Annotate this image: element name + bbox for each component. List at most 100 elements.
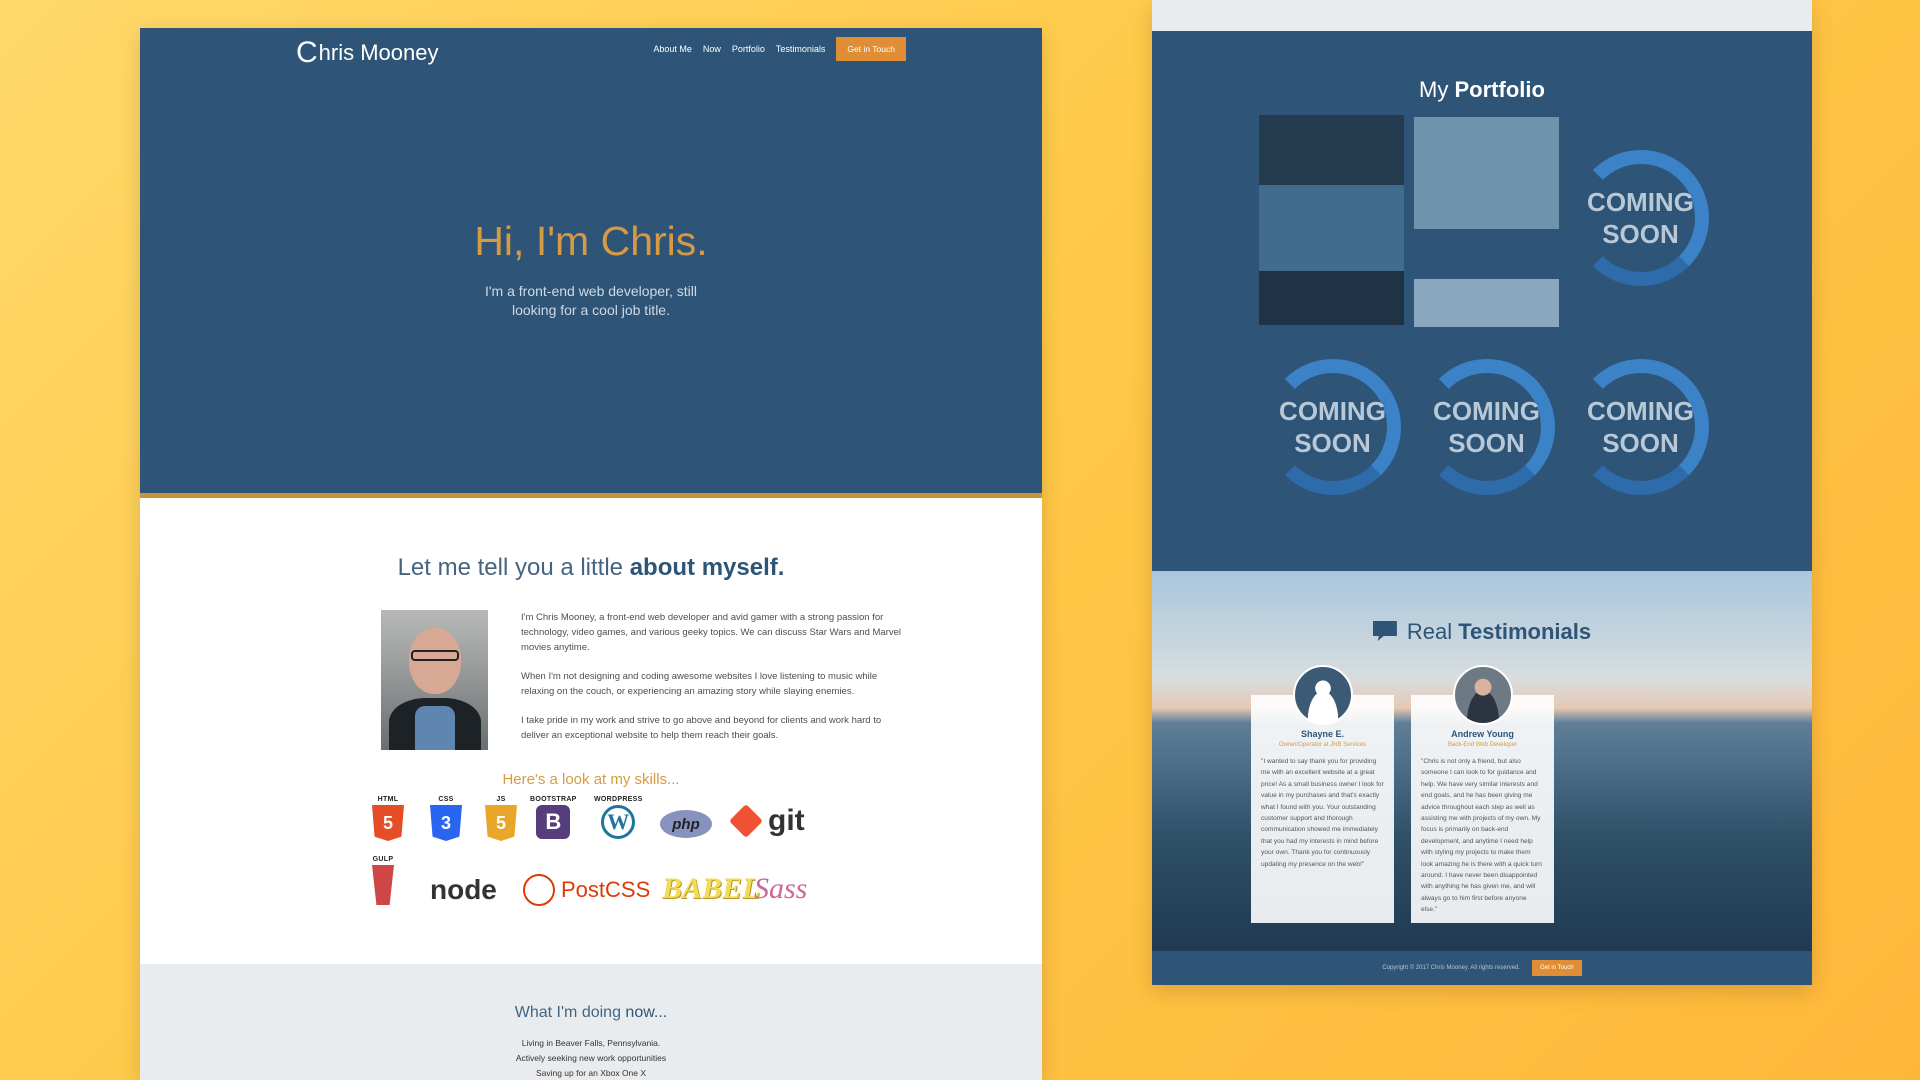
testimonial-role: Owner/Operator at JNB Services bbox=[1278, 742, 1367, 748]
skills-grid: HTML 5 CSS 3 JS 5 BOOTSTRAP B WORDPRESS … bbox=[140, 796, 1042, 966]
nav-portfolio[interactable]: Portfolio bbox=[732, 44, 765, 54]
sass-text: Sass bbox=[754, 872, 808, 905]
testimonials-section: Real Testimonials Shayne E. Owner/Operat… bbox=[1152, 571, 1812, 951]
get-in-touch-button[interactable]: Get in Touch bbox=[836, 37, 906, 61]
git-logo: git bbox=[729, 804, 805, 838]
now-section: What I'm doing now... Living in Beaver F… bbox=[140, 964, 1042, 1080]
testimonial-name: Andrew Young bbox=[1451, 729, 1514, 739]
portfolio-heading-bold: Portfolio bbox=[1454, 77, 1545, 102]
coming-soon-tile: COMING SOON bbox=[1568, 354, 1713, 499]
logo[interactable]: Chris Mooney bbox=[296, 36, 439, 70]
coming-soon-tile: COMING SOON bbox=[1260, 354, 1405, 499]
speech-bubble-icon bbox=[1372, 621, 1397, 641]
gulp-cup-icon bbox=[372, 865, 394, 905]
javascript-glyph: 5 bbox=[485, 805, 517, 841]
html5-glyph: 5 bbox=[372, 805, 404, 841]
now-heading-bold: now... bbox=[625, 1004, 668, 1021]
wordpress-label: WORDPRESS bbox=[594, 796, 643, 803]
right-page-screenshot: My Portfolio COMING SOON COMING SOON COM… bbox=[1152, 0, 1812, 985]
about-section: Let me tell you a little about myself. I… bbox=[140, 498, 1042, 966]
php-glyph: php bbox=[660, 810, 712, 838]
list-item: Saving up for an Xbox One X bbox=[535, 1068, 647, 1078]
list-item: Actively seeking new work opportunities bbox=[515, 1053, 667, 1063]
html5-label: HTML bbox=[377, 796, 399, 803]
nodejs-icon: node bbox=[430, 874, 497, 906]
nav-about-me[interactable]: About Me bbox=[653, 44, 692, 54]
testimonial-quote: "Chris is not only a friend, but also so… bbox=[1421, 758, 1542, 914]
about-row: I'm Chris Mooney, a front-end web develo… bbox=[140, 610, 1042, 757]
now-heading: What I'm doing now... bbox=[140, 1004, 1042, 1022]
git-diamond-icon bbox=[729, 804, 763, 838]
coming-soon-text: COMING SOON bbox=[1279, 395, 1386, 458]
hero-subtitle: I'm a front-end web developer, still loo… bbox=[484, 283, 697, 318]
testimonials-heading-bold: Testimonials bbox=[1458, 619, 1592, 644]
postcss-text: PostCSS bbox=[561, 877, 651, 902]
portfolio-section: My Portfolio COMING SOON COMING SOON COM… bbox=[1152, 31, 1812, 571]
about-heading-light: Let me tell you a little bbox=[397, 554, 630, 581]
coming-soon-text: COMING SOON bbox=[1587, 186, 1694, 249]
gulp-label: GULP bbox=[372, 856, 394, 863]
now-heading-light: What I'm doing bbox=[514, 1004, 626, 1021]
avatar-placeholder-icon bbox=[1293, 665, 1353, 725]
coming-soon-tile: COMING SOON bbox=[1568, 145, 1713, 290]
coming-soon-tile: COMING SOON bbox=[1414, 354, 1559, 499]
hero-section: Chris Mooney About Me Now Portfolio Test… bbox=[140, 28, 1042, 498]
about-heading: Let me tell you a little about myself. bbox=[140, 554, 1042, 582]
coming-soon-text: COMING SOON bbox=[1587, 395, 1694, 458]
hero-title: Hi, I'm Chris. bbox=[474, 218, 708, 264]
testimonial-quote: "I wanted to say thank you for providing… bbox=[1261, 758, 1384, 868]
wordpress-icon: WORDPRESS W bbox=[594, 796, 643, 839]
logo-text: hris Mooney bbox=[318, 40, 439, 65]
git-icon: git bbox=[729, 804, 805, 838]
profile-photo bbox=[381, 610, 488, 750]
copyright-text: Copyright © 2017 Chris Mooney. All right… bbox=[1382, 965, 1521, 971]
skills-title: Here's a look at my skills... bbox=[502, 771, 680, 788]
css3-glyph: 3 bbox=[430, 805, 462, 841]
logo-initial: C bbox=[296, 36, 318, 69]
testimonial-role: Back-End Web Developer bbox=[1448, 742, 1517, 748]
babel-icon: BABEL bbox=[662, 872, 760, 906]
testimonials-heading: Real Testimonials bbox=[1152, 619, 1812, 645]
wordpress-glyph: W bbox=[601, 805, 636, 839]
bio-paragraph: I take pride in my work and strive to go… bbox=[521, 715, 882, 741]
testimonial-card: Andrew Young Back-End Web Developer "Chr… bbox=[1411, 665, 1554, 923]
bio-text: I'm Chris Mooney, a front-end web develo… bbox=[521, 610, 911, 757]
node-text: node bbox=[430, 874, 497, 905]
php-icon: php bbox=[660, 810, 712, 838]
bootstrap-label: BOOTSTRAP bbox=[530, 796, 577, 803]
postcss-circle-icon bbox=[523, 874, 555, 906]
about-heading-bold: about myself. bbox=[629, 554, 785, 581]
list-item: Living in Beaver Falls, Pennsylvania. bbox=[521, 1038, 661, 1048]
testimonial-card: Shayne E. Owner/Operator at JNB Services… bbox=[1251, 665, 1394, 923]
footer: Copyright © 2017 Chris Mooney. All right… bbox=[1152, 951, 1812, 985]
bootstrap-icon: BOOTSTRAP B bbox=[530, 796, 577, 839]
bio-paragraph: I'm Chris Mooney, a front-end web develo… bbox=[521, 612, 902, 653]
postcss-icon: PostCSS bbox=[523, 874, 650, 906]
left-page-screenshot: Chris Mooney About Me Now Portfolio Test… bbox=[140, 28, 1042, 1080]
html5-icon: HTML 5 bbox=[372, 796, 404, 841]
avatar bbox=[1453, 665, 1513, 725]
javascript-icon: JS 5 bbox=[485, 796, 517, 841]
bootstrap-glyph: B bbox=[536, 805, 571, 839]
babel-text: BABEL bbox=[662, 872, 761, 905]
now-list: Living in Beaver Falls, Pennsylvania. Ac… bbox=[140, 1036, 1042, 1080]
testimonial-name: Shayne E. bbox=[1300, 729, 1345, 739]
portfolio-heading: My Portfolio bbox=[1152, 77, 1812, 103]
gulp-icon: GULP bbox=[372, 856, 394, 905]
testimonials-heading-light: Real bbox=[1406, 619, 1459, 644]
portfolio-item-2[interactable] bbox=[1414, 117, 1559, 327]
coming-soon-text: COMING SOON bbox=[1433, 395, 1540, 458]
sass-icon: Sass bbox=[754, 872, 807, 906]
portfolio-heading-light: My bbox=[1419, 77, 1455, 102]
top-nav: About Me Now Portfolio Testimonials Get … bbox=[653, 37, 906, 61]
nav-now[interactable]: Now bbox=[703, 44, 721, 54]
postcss-logo: PostCSS bbox=[523, 874, 650, 906]
css3-icon: CSS 3 bbox=[430, 796, 462, 841]
javascript-label: JS bbox=[496, 796, 506, 803]
portfolio-item-1[interactable] bbox=[1259, 115, 1404, 325]
css3-label: CSS bbox=[438, 796, 454, 803]
git-text: git bbox=[768, 804, 805, 837]
nav-testimonials[interactable]: Testimonials bbox=[776, 44, 826, 54]
footer-get-in-touch-button[interactable]: Get in Touch bbox=[1532, 960, 1582, 976]
bio-paragraph: When I'm not designing and coding awesom… bbox=[521, 671, 878, 697]
